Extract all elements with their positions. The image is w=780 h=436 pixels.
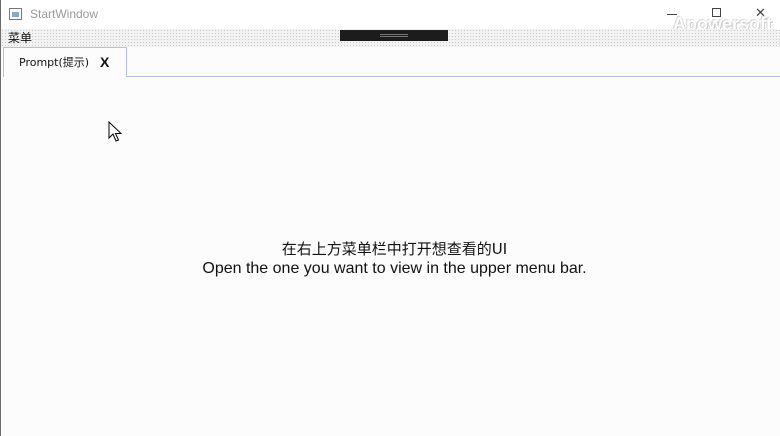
maximize-button[interactable]	[695, 0, 741, 29]
mouse-pointer-icon	[108, 121, 122, 142]
tab-close-button[interactable]: X	[100, 54, 109, 70]
grip-icon	[380, 34, 408, 35]
start-window: StartWindow Apowersoft ✕ 菜单 Prompt(提示) X…	[0, 0, 780, 436]
prompt-message-en: Open the one you want to view in the upp…	[202, 260, 587, 277]
close-icon: ✕	[755, 6, 766, 21]
window-title: StartWindow	[30, 7, 99, 21]
minimize-icon	[667, 14, 677, 15]
tab-label: Prompt(提示)	[19, 56, 90, 69]
maximize-icon	[712, 8, 721, 17]
tab-divider	[127, 76, 780, 77]
app-window-icon	[9, 8, 22, 20]
drag-handle[interactable]	[340, 30, 448, 41]
menu-bar: 菜单	[1, 29, 780, 47]
tab-prompt[interactable]: Prompt(提示) X	[3, 47, 127, 77]
minimize-button[interactable]	[649, 0, 695, 29]
close-window-button[interactable]: ✕	[741, 0, 780, 29]
prompt-message-cn: 在右上方菜单栏中打开想查看的UI	[281, 240, 508, 258]
tab-strip: Prompt(提示) X	[1, 47, 780, 78]
menu-item-main[interactable]: 菜单	[8, 30, 32, 46]
title-bar[interactable]: StartWindow Apowersoft ✕	[1, 0, 780, 34]
